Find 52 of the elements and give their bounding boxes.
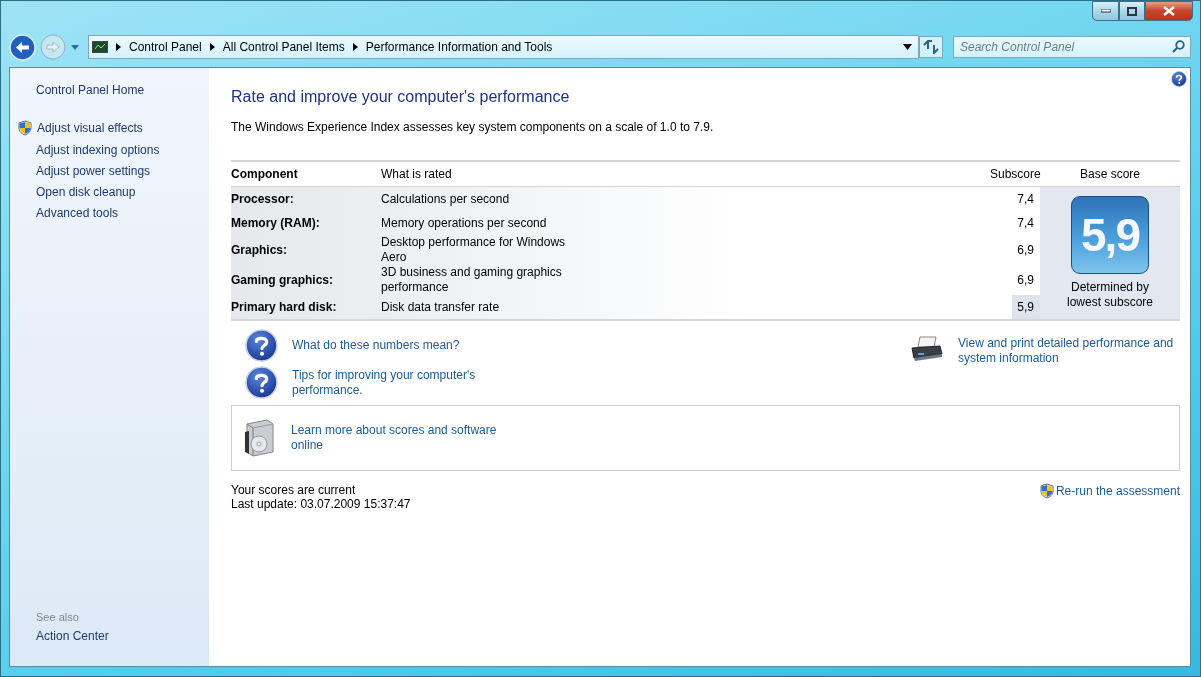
table-cell: Memory (RAM): [231, 211, 381, 235]
help-icon [245, 366, 278, 399]
table-cell: Disk data transfer rate [381, 299, 500, 315]
shield-icon [17, 120, 33, 136]
sidebar-link[interactable]: Adjust visual effects [17, 117, 143, 140]
help-icon[interactable] [1171, 71, 1187, 87]
see-also-heading: See also [36, 610, 80, 625]
sidebar-link-label[interactable]: Adjust visual effects [37, 121, 143, 135]
help-link[interactable]: Tips for improving your computer's performance. [292, 367, 497, 398]
description-text: The Windows Experience Index assesses key system components on a scale of 1.0 to 7.9. [231, 120, 715, 134]
breadcrumb[interactable]: Performance Information and Tools [365, 40, 553, 54]
search-field[interactable]: Search Control Panel [953, 36, 1191, 58]
chevron-icon[interactable] [209, 43, 215, 51]
refresh-button[interactable] [919, 36, 943, 58]
subscore-cell: 5,9 [1012, 295, 1040, 319]
table-cell: Processor: [231, 187, 381, 211]
help-icon [245, 329, 278, 362]
table-cell: Graphics: [231, 235, 381, 265]
table-cell: Gaming graphics: [231, 265, 381, 295]
maximize-icon[interactable] [1127, 6, 1137, 16]
shield-icon [1038, 483, 1055, 499]
minimize-button[interactable] [1092, 1, 1119, 21]
table-cell-text: 3D business and gaming graphics performance [381, 265, 563, 295]
close-button[interactable] [1145, 1, 1193, 21]
search-icon[interactable] [1172, 40, 1185, 53]
monitor-icon [92, 40, 108, 54]
minimize-icon[interactable] [1100, 9, 1111, 13]
table-cell-text: Desktop performance for Windows Aero [381, 235, 567, 265]
chevron-icon[interactable] [352, 43, 358, 51]
address-bar[interactable]: Control Panel All Control Panel Items Performance Information and Tools [88, 35, 919, 59]
help-link[interactable]: What do these numbers mean? [292, 338, 460, 353]
breadcrumb[interactable]: Control Panel [129, 40, 202, 54]
page-title: Rate and improve your computer's performance [231, 88, 571, 106]
breadcrumb[interactable]: All Control Panel Items [222, 40, 345, 54]
table-cell: Memory operations per second [381, 215, 547, 231]
rerun-link[interactable]: Re-run the assessment [1038, 483, 1180, 499]
status-text: Your scores are current Last update: 03.07.2009 15:37:47 [231, 483, 411, 511]
online-link[interactable]: Learn more about scores and software online [291, 423, 501, 453]
base-score-caption: Determined by lowest subscore [1065, 280, 1154, 310]
history-dropdown-button[interactable] [70, 43, 80, 51]
back-button[interactable] [9, 33, 36, 61]
dropdown-caret-icon[interactable] [903, 44, 912, 50]
sidebar-link[interactable]: Action Center [36, 626, 109, 647]
table-cell: Calculations per second [381, 191, 510, 207]
print-link[interactable]: View and print detailed performance and system information [958, 336, 1180, 366]
printer-icon [910, 336, 944, 362]
close-icon[interactable] [1163, 6, 1175, 16]
maximize-button[interactable] [1119, 1, 1145, 21]
sidebar-link[interactable]: Control Panel Home [36, 80, 145, 101]
table-cell: Primary hard disk: [231, 295, 381, 319]
base-score-tile: 5,9 [1071, 196, 1149, 274]
chevron-icon[interactable] [116, 43, 121, 51]
